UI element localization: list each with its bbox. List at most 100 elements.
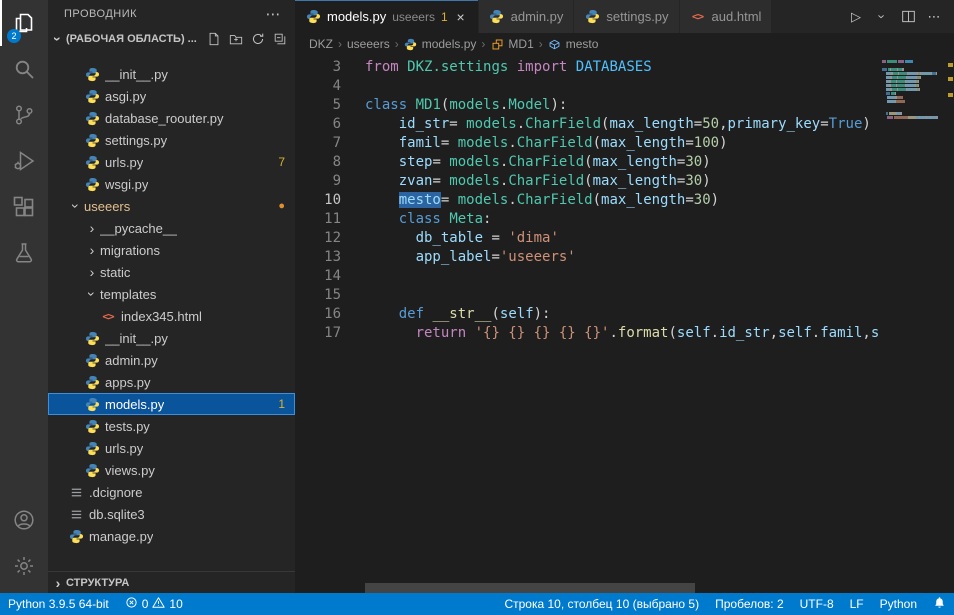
overview-ruler — [946, 55, 954, 593]
tab-settings-py[interactable]: settings.py — [574, 0, 679, 33]
code-line-10[interactable]: 10 mesto= models.CharField(max_length=30… — [295, 191, 954, 210]
status-python-version[interactable]: Python 3.9.5 64-bit — [0, 593, 117, 615]
tree-item-index345-html[interactable]: <>index345.html — [48, 305, 295, 327]
activity-badge: 2 — [7, 29, 21, 43]
tree-item-urls-py[interactable]: urls.py7 — [48, 151, 295, 173]
code-line-17[interactable]: 17 return '{} {} {} {} {}'.format(self.i… — [295, 324, 954, 343]
error-count: 0 — [142, 597, 149, 611]
more-actions-button[interactable]: ⋯ — [922, 5, 946, 29]
tree-item-views-py[interactable]: views.py — [48, 459, 295, 481]
tab-models-py[interactable]: models.pyuseeers1× — [295, 0, 479, 33]
run-button[interactable]: ▷ — [844, 5, 868, 29]
tree-item-tests-py[interactable]: tests.py — [48, 415, 295, 437]
code-editor[interactable]: 3from DKZ.settings import DATABASES45cla… — [295, 55, 954, 593]
symbol-class-icon — [490, 37, 504, 51]
tree-item-urls-py[interactable]: urls.py — [48, 437, 295, 459]
tree-item-label: __init__.py — [105, 67, 168, 82]
status-notifications[interactable] — [925, 593, 954, 615]
status-cursor-position[interactable]: Строка 10, столбец 10 (выбрано 5) — [496, 593, 707, 615]
tree-item-useeers[interactable]: ›useeers● — [48, 195, 295, 217]
tab-label: models.py — [327, 9, 386, 24]
line-content: famil= models.CharField(max_length=100) — [365, 134, 728, 153]
code-line-12[interactable]: 12 db_table = 'dima' — [295, 229, 954, 248]
activity-explorer-icon[interactable]: 2 — [0, 0, 48, 46]
code-line-8[interactable]: 8 step= models.CharField(max_length=30) — [295, 153, 954, 172]
tree-item-asgi-py[interactable]: asgi.py — [48, 85, 295, 107]
code-line-11[interactable]: 11 class Meta: — [295, 210, 954, 229]
tree-item-settings-py[interactable]: settings.py — [48, 129, 295, 151]
chevron-right-icon: › — [50, 575, 66, 591]
collapse-all-icon[interactable] — [270, 30, 289, 49]
tab-admin-py[interactable]: admin.py — [479, 0, 575, 33]
activity-account-icon[interactable] — [0, 497, 48, 543]
python-icon — [489, 9, 505, 25]
workspace-label: (РАБОЧАЯ ОБЛАСТЬ) ... — [66, 33, 197, 45]
breadcrumb-item-models-py[interactable]: models.py — [404, 37, 477, 51]
tree-item-db-sqlite3[interactable]: db.sqlite3 — [48, 503, 295, 525]
tree-item-dcignore[interactable]: .dcignore — [48, 481, 295, 503]
python-icon — [84, 396, 100, 412]
code-line-5[interactable]: 5class MD1(models.Model): — [295, 96, 954, 115]
horizontal-scrollbar[interactable] — [365, 583, 695, 593]
minimap[interactable] — [882, 55, 946, 593]
breadcrumb-item-dkz[interactable]: DKZ — [309, 37, 333, 51]
activity-run-debug-icon[interactable] — [0, 138, 48, 184]
activity-search-icon[interactable] — [0, 46, 48, 92]
tree-item-label: models.py — [105, 397, 164, 412]
code-line-7[interactable]: 7 famil= models.CharField(max_length=100… — [295, 134, 954, 153]
status-eol[interactable]: LF — [842, 593, 872, 615]
status-indentation[interactable]: Пробелов: 2 — [707, 593, 792, 615]
status-problems[interactable]: 010 — [117, 593, 191, 615]
tree-item-static[interactable]: ›static — [48, 261, 295, 283]
activity-testing-icon[interactable] — [0, 230, 48, 276]
breadcrumb: DKZ›useeers›models.py›MD1›mesto — [295, 33, 954, 55]
tree-item-pycache[interactable]: ›__pycache__ — [48, 217, 295, 239]
tree-item-apps-py[interactable]: apps.py — [48, 371, 295, 393]
tree-item-label: __init__.py — [105, 331, 168, 346]
activity-settings-icon[interactable] — [0, 543, 48, 589]
tree-item-database-roouter-py[interactable]: database_roouter.py — [48, 107, 295, 129]
breadcrumb-item-mesto[interactable]: mesto — [548, 37, 599, 51]
status-encoding[interactable]: UTF-8 — [792, 593, 842, 615]
code-line-6[interactable]: 6 id_str= models.CharField(max_length=50… — [295, 115, 954, 134]
activity-extensions-icon[interactable] — [0, 184, 48, 230]
breadcrumb-item-useeers[interactable]: useeers — [347, 37, 390, 51]
code-line-13[interactable]: 13 app_label='useeers' — [295, 248, 954, 267]
tree-item-init-py[interactable]: __init__.py — [48, 327, 295, 349]
activity-source-control-icon[interactable] — [0, 92, 48, 138]
tree-item-models-py[interactable]: models.py1 — [48, 393, 295, 415]
tab-aud-html[interactable]: <>aud.html — [680, 0, 773, 33]
code-line-14[interactable]: 14 — [295, 267, 954, 286]
outline-section-header[interactable]: › СТРУКТУРА — [48, 571, 295, 593]
breadcrumb-item-md1[interactable]: MD1 — [490, 37, 533, 51]
status-language[interactable]: Python — [872, 593, 925, 615]
workspace-section-header[interactable]: › (РАБОЧАЯ ОБЛАСТЬ) ... — [48, 28, 295, 50]
new-file-icon[interactable] — [204, 30, 223, 49]
code-line-9[interactable]: 9 zvan= models.CharField(max_length=30) — [295, 172, 954, 191]
tree-item-partial[interactable] — [48, 50, 295, 63]
tree-item-wsgi-py[interactable]: wsgi.py — [48, 173, 295, 195]
split-editor-button[interactable] — [896, 5, 920, 29]
code-line-3[interactable]: 3from DKZ.settings import DATABASES — [295, 58, 954, 77]
modified-dot-icon: ● — [278, 200, 285, 212]
code-line-16[interactable]: 16 def __str__(self): — [295, 305, 954, 324]
new-folder-icon[interactable] — [226, 30, 245, 49]
status-label: Python — [880, 597, 917, 611]
run-dropdown-button[interactable]: › — [870, 5, 894, 29]
tree-item-manage-py[interactable]: manage.py — [48, 525, 295, 547]
line-number: 4 — [295, 77, 341, 96]
tree-item-admin-py[interactable]: admin.py — [48, 349, 295, 371]
tree-item-init-py[interactable]: __init__.py — [48, 63, 295, 85]
python-icon — [584, 9, 600, 25]
bell-icon — [933, 596, 946, 612]
ellipsis-icon[interactable]: ⋯ — [266, 5, 282, 23]
breadcrumb-separator-icon: › — [395, 37, 399, 51]
tree-item-templates[interactable]: ›templates — [48, 283, 295, 305]
refresh-icon[interactable] — [248, 30, 267, 49]
code-line-15[interactable]: 15 — [295, 286, 954, 305]
tree-item-migrations[interactable]: ›migrations — [48, 239, 295, 261]
file-tree: __init__.py asgi.pydatabase_roouter.pyset… — [48, 50, 295, 571]
close-icon[interactable]: × — [454, 9, 468, 25]
code-line-4[interactable]: 4 — [295, 77, 954, 96]
selected-text: mesto — [399, 192, 441, 208]
